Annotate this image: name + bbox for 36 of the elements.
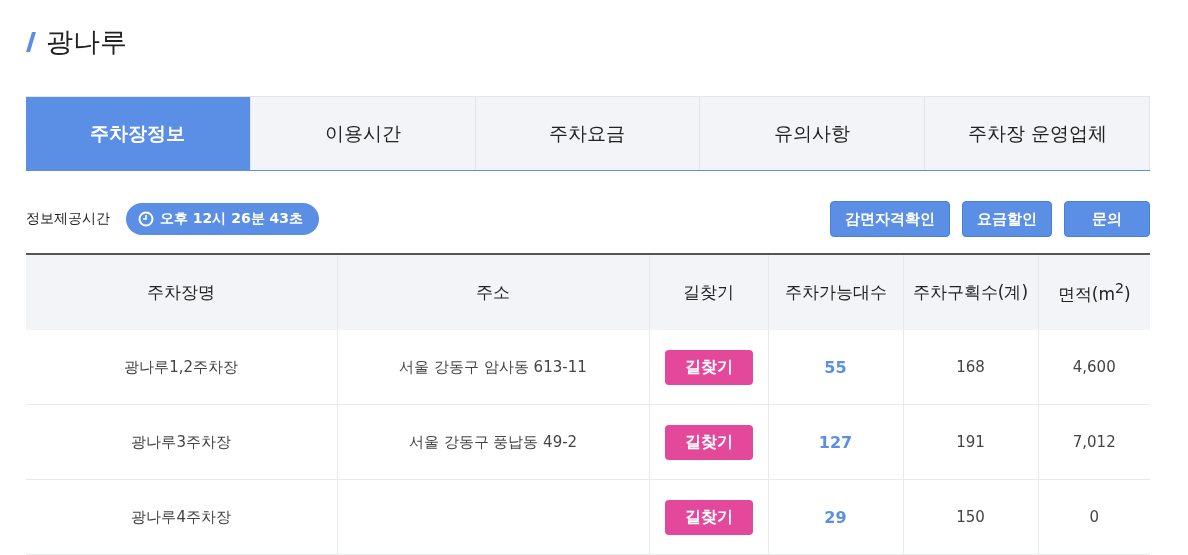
column-header: 면적(m$^{2}$) (1038, 254, 1150, 330)
table-cell: 168 (903, 330, 1038, 405)
table-cell: 서울 강동구 풍납동 49-2 (337, 404, 649, 480)
action-button[interactable]: 요금할인 (962, 201, 1052, 237)
column-header: 주차장명 (26, 254, 337, 330)
action-button[interactable]: 감면자격확인 (830, 201, 950, 237)
table-cell: 4,600 (1038, 330, 1150, 405)
available-count: 29 (824, 507, 847, 527)
table-cell: 150 (903, 479, 1038, 555)
table-cell: 광나루4주차장 (26, 479, 337, 555)
column-header: 주소 (337, 254, 649, 330)
column-header: 주차가능대수 (768, 254, 903, 330)
info-time-value: 오후 12시 26분 43초 (160, 210, 304, 228)
available-count: 55 (824, 357, 847, 377)
page-title: 광나루 (46, 25, 127, 59)
column-header: 길찾기 (649, 254, 768, 330)
tab[interactable]: 주차장 운영업체 (925, 96, 1150, 170)
tab[interactable]: 이용시간 (250, 96, 476, 170)
tab[interactable]: 유의사항 (700, 96, 926, 170)
info-time-label: 정보제공시간 (26, 210, 110, 228)
table-cell: 광나루3주차장 (26, 404, 337, 480)
table-cell: 7,012 (1038, 404, 1150, 480)
clock-icon (138, 211, 154, 227)
column-header: 주차구획수(계) (903, 254, 1038, 330)
route-button[interactable]: 길찾기 (664, 424, 753, 460)
tab[interactable]: 주차장정보 (26, 96, 251, 170)
slash-icon (26, 32, 36, 52)
table-cell: 0 (1038, 479, 1150, 555)
table-cell: 광나루1,2주차장 (26, 330, 337, 405)
route-button[interactable]: 길찾기 (664, 499, 753, 535)
table-cell: 191 (903, 404, 1038, 480)
action-button[interactable]: 문의 (1064, 201, 1150, 237)
route-button[interactable]: 길찾기 (664, 349, 753, 385)
table-cell: 서울 강동구 암사동 613-11 (337, 330, 649, 405)
tab[interactable]: 주차요금 (475, 96, 701, 170)
available-count: 127 (818, 432, 853, 452)
